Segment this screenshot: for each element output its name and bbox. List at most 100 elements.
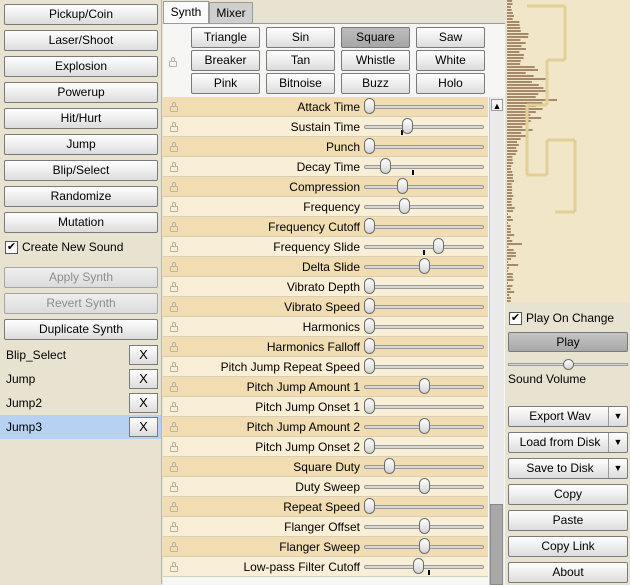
generator-button-pickup-coin[interactable]: Pickup/Coin	[4, 4, 158, 25]
sound-volume-thumb[interactable]	[562, 359, 574, 370]
param-lock-icon[interactable]	[170, 422, 178, 432]
param-slider-thumb[interactable]	[413, 558, 425, 574]
scrollbar-thumb[interactable]	[490, 504, 503, 585]
param-slider-track[interactable]	[364, 205, 484, 209]
param-slider-thumb[interactable]	[398, 198, 410, 214]
param-lock-icon[interactable]	[170, 402, 178, 412]
param-slider-track[interactable]	[364, 305, 484, 309]
param-slider-thumb[interactable]	[364, 298, 375, 314]
generator-button-mutation[interactable]: Mutation	[4, 212, 158, 233]
history-remove-button[interactable]: X	[129, 345, 158, 365]
param-slider-thumb[interactable]	[364, 438, 375, 454]
param-lock-icon[interactable]	[170, 142, 178, 152]
param-slider-thumb[interactable]	[364, 498, 375, 514]
history-item[interactable]: Blip_Select X	[0, 343, 161, 367]
param-lock-icon[interactable]	[170, 222, 178, 232]
param-slider-thumb[interactable]	[418, 478, 430, 494]
history-item[interactable]: Jump3 X	[0, 415, 161, 439]
param-slider-track[interactable]	[364, 325, 484, 329]
param-slider-thumb[interactable]	[364, 278, 375, 294]
generator-button-randomize[interactable]: Randomize	[4, 186, 158, 207]
load-from-disk-button[interactable]: Load from Disk ▼	[508, 432, 628, 453]
param-lock-icon[interactable]	[170, 182, 178, 192]
param-lock-icon[interactable]	[170, 122, 178, 132]
paste-button[interactable]: Paste	[508, 510, 628, 531]
parameter-scrollbar[interactable]: ▲	[489, 97, 504, 585]
waveform-pink-button[interactable]: Pink	[191, 73, 260, 94]
param-slider-thumb[interactable]	[364, 138, 375, 154]
param-lock-icon[interactable]	[170, 162, 178, 172]
waveform-triangle-button[interactable]: Triangle	[191, 27, 260, 48]
tab-mixer[interactable]: Mixer	[209, 2, 253, 23]
history-remove-button[interactable]: X	[129, 369, 158, 389]
generator-button-blip-select[interactable]: Blip/Select	[4, 160, 158, 181]
param-slider-thumb[interactable]	[432, 238, 444, 254]
param-slider-thumb[interactable]	[383, 458, 395, 474]
generator-button-laser-shoot[interactable]: Laser/Shoot	[4, 30, 158, 51]
param-slider-track[interactable]	[364, 345, 484, 349]
play-on-change-checkbox[interactable]: ✔	[509, 312, 522, 325]
param-slider-thumb[interactable]	[396, 178, 408, 194]
waveform-breaker-button[interactable]: Breaker	[191, 50, 260, 71]
load-dropdown-icon[interactable]: ▼	[608, 433, 627, 452]
param-lock-icon[interactable]	[170, 502, 178, 512]
export-wav-dropdown-icon[interactable]: ▼	[608, 407, 627, 426]
waveform-white-button[interactable]: White	[416, 50, 485, 71]
param-slider-thumb[interactable]	[418, 418, 430, 434]
save-to-disk-button[interactable]: Save to Disk ▼	[508, 458, 628, 479]
waveform-tan-button[interactable]: Tan	[266, 50, 335, 71]
waveform-holo-button[interactable]: Holo	[416, 73, 485, 94]
param-lock-icon[interactable]	[170, 302, 178, 312]
duplicate-synth-button[interactable]: Duplicate Synth	[4, 319, 158, 340]
param-slider-track[interactable]	[364, 285, 484, 289]
param-lock-icon[interactable]	[170, 522, 178, 532]
waveform-saw-button[interactable]: Saw	[416, 27, 485, 48]
history-item[interactable]: Jump X	[0, 367, 161, 391]
waveform-lock-icon[interactable]	[169, 57, 177, 67]
param-slider-track[interactable]	[364, 225, 484, 229]
param-slider-thumb[interactable]	[364, 338, 375, 354]
save-dropdown-icon[interactable]: ▼	[608, 459, 627, 478]
param-lock-icon[interactable]	[170, 342, 178, 352]
param-slider-thumb[interactable]	[418, 378, 430, 394]
param-lock-icon[interactable]	[170, 262, 178, 272]
scroll-up-arrow-icon[interactable]: ▲	[491, 99, 503, 111]
param-lock-icon[interactable]	[170, 382, 178, 392]
param-slider-thumb[interactable]	[418, 518, 430, 534]
copy-link-button[interactable]: Copy Link	[508, 536, 628, 557]
revert-synth-button[interactable]: Revert Synth	[4, 293, 158, 314]
param-slider-track[interactable]	[364, 445, 484, 449]
waveform-sin-button[interactable]: Sin	[266, 27, 335, 48]
param-slider-thumb[interactable]	[402, 118, 414, 134]
param-lock-icon[interactable]	[170, 362, 178, 372]
param-slider-track[interactable]	[364, 465, 484, 469]
apply-synth-button[interactable]: Apply Synth	[4, 267, 158, 288]
history-item[interactable]: Jump2 X	[0, 391, 161, 415]
generator-button-jump[interactable]: Jump	[4, 134, 158, 155]
param-lock-icon[interactable]	[170, 482, 178, 492]
export-wav-button[interactable]: Export Wav ▼	[508, 406, 628, 427]
play-button[interactable]: Play	[508, 332, 628, 352]
waveform-whistle-button[interactable]: Whistle	[341, 50, 410, 71]
param-lock-icon[interactable]	[170, 242, 178, 252]
sound-volume-slider[interactable]	[508, 359, 628, 370]
waveform-bitnoise-button[interactable]: Bitnoise	[266, 73, 335, 94]
param-slider-track[interactable]	[364, 145, 484, 149]
param-slider-thumb[interactable]	[364, 358, 375, 374]
param-slider-thumb[interactable]	[418, 258, 430, 274]
generator-button-powerup[interactable]: Powerup	[4, 82, 158, 103]
param-lock-icon[interactable]	[170, 442, 178, 452]
param-slider-track[interactable]	[364, 405, 484, 409]
param-lock-icon[interactable]	[170, 282, 178, 292]
history-remove-button[interactable]: X	[129, 417, 158, 437]
param-slider-track[interactable]	[364, 505, 484, 509]
about-button[interactable]: About	[508, 562, 628, 583]
param-slider-thumb[interactable]	[364, 218, 375, 234]
param-lock-icon[interactable]	[170, 562, 178, 572]
param-lock-icon[interactable]	[170, 462, 178, 472]
param-lock-icon[interactable]	[170, 102, 178, 112]
param-lock-icon[interactable]	[170, 542, 178, 552]
history-remove-button[interactable]: X	[129, 393, 158, 413]
param-slider-thumb[interactable]	[364, 98, 375, 114]
create-new-sound-checkbox[interactable]: ✔	[5, 241, 18, 254]
